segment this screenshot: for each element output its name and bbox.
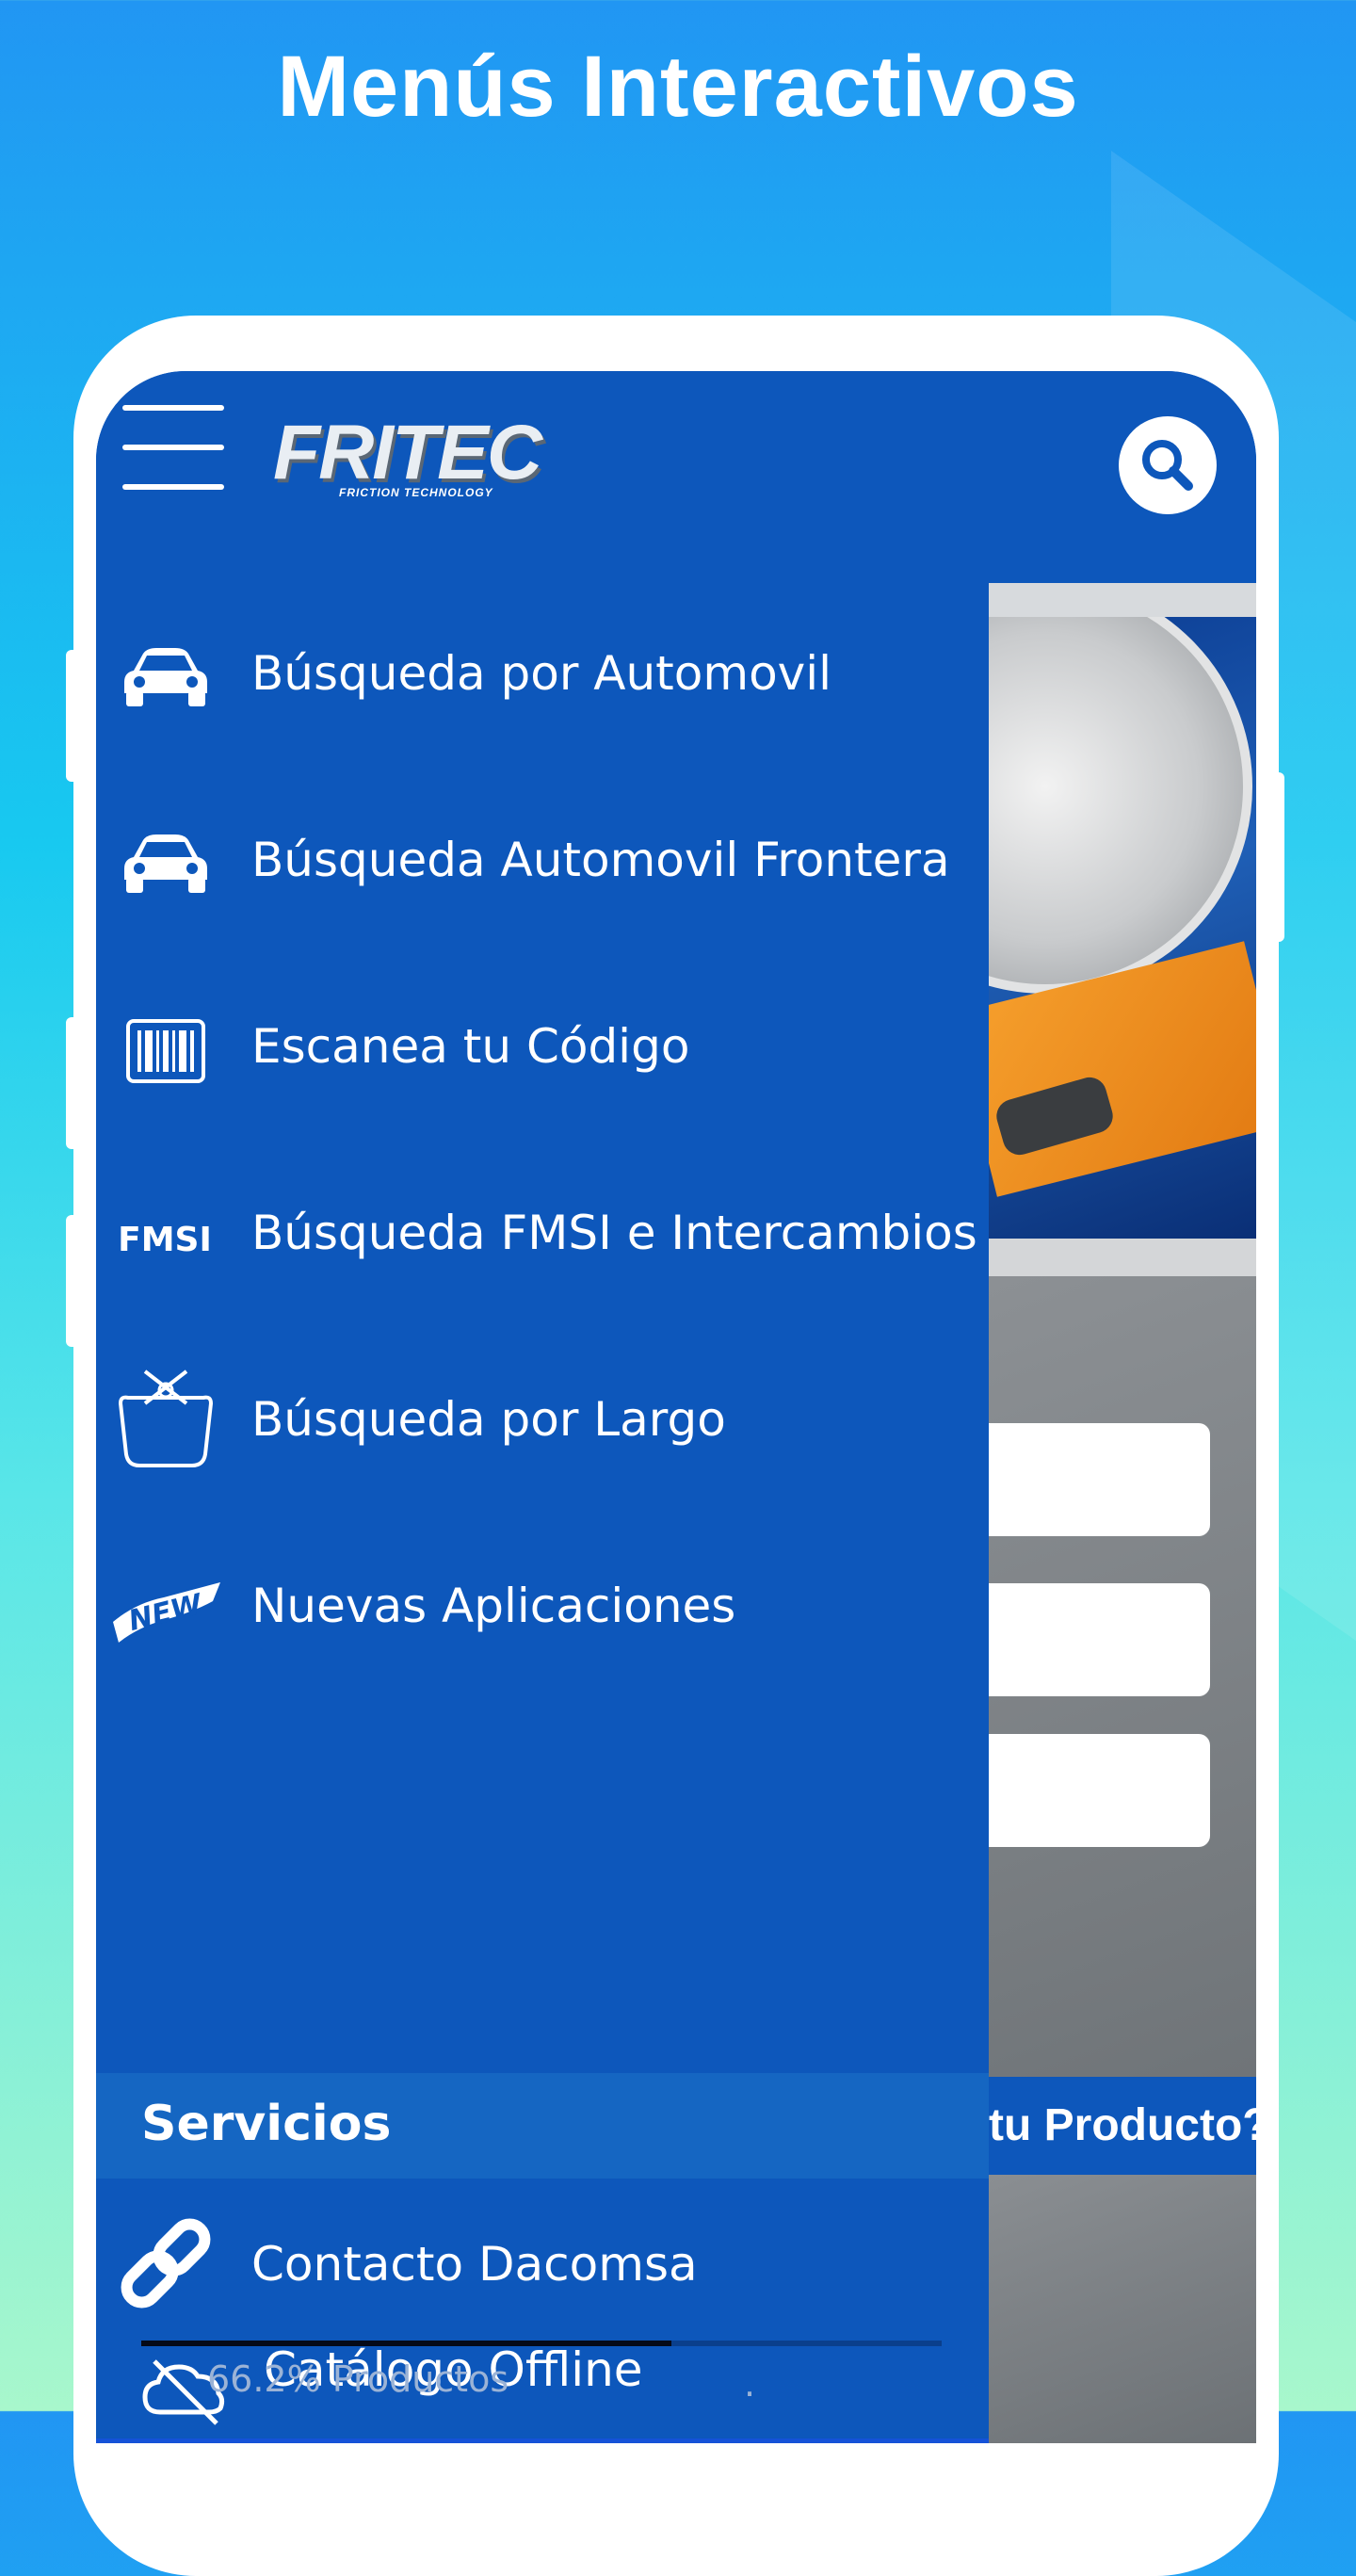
menu-item-label: Búsqueda Automovil Frontera xyxy=(251,833,950,887)
barcode-icon xyxy=(126,1019,205,1083)
menu-item-busqueda-largo[interactable]: Búsqueda por Largo xyxy=(96,1334,989,1520)
logo-subtitle: FRICTION TECHNOLOGY xyxy=(339,486,493,499)
progress-fill xyxy=(141,2341,671,2346)
phone-side-button xyxy=(66,1215,79,1347)
progress-status-dot: . xyxy=(744,2363,756,2405)
phone-side-button xyxy=(66,1017,79,1149)
link-icon xyxy=(121,2218,211,2309)
navigation-drawer: Búsqueda por Automovil Búsqueda Automovi… xyxy=(96,583,989,2443)
svg-text:FMSI: FMSI xyxy=(118,1221,212,1259)
menu-item-label: Búsqueda por Automovil xyxy=(251,646,832,701)
phone-side-button xyxy=(1271,772,1284,942)
find-product-banner[interactable]: tu Producto? xyxy=(989,2077,1256,2175)
offline-catalog-progress-bar xyxy=(141,2341,942,2346)
car-icon xyxy=(124,648,207,706)
fmsi-icon: FMSI xyxy=(118,1221,212,1259)
menu-item-label: Escanea tu Código xyxy=(251,1019,690,1074)
menu-item-busqueda-automovil[interactable]: Búsqueda por Automovil xyxy=(96,588,989,774)
section-title: Servicios xyxy=(141,2096,392,2152)
car-icon xyxy=(124,834,207,893)
menu-item-label: Búsqueda FMSI e Intercambios xyxy=(251,1206,977,1260)
search-form-field[interactable] xyxy=(989,1583,1210,1696)
menu-item-label: Búsqueda por Largo xyxy=(251,1392,726,1447)
content-divider xyxy=(989,583,1256,617)
progress-label: 66.2% Productos xyxy=(207,2358,509,2400)
app-top-bar: FRITEC FRICTION TECHNOLOGY xyxy=(96,371,1256,583)
svg-text:NEW: NEW xyxy=(125,1588,207,1638)
new-badge-icon: NEW xyxy=(113,1582,220,1643)
promo-banner-image xyxy=(989,617,1256,1239)
phone-side-button xyxy=(66,650,79,782)
menu-item-escanea-codigo[interactable]: Escanea tu Código xyxy=(96,961,989,1147)
bottom-image xyxy=(989,2175,1256,2443)
search-form-field[interactable] xyxy=(989,1423,1210,1536)
menu-item-label: Nuevas Aplicaciones xyxy=(251,1579,736,1633)
search-icon xyxy=(1142,440,1193,491)
brake-disc-image xyxy=(989,617,1252,994)
menu-item-contacto-dacomsa[interactable]: Contacto Dacomsa xyxy=(96,2179,989,2348)
section-header-servicios: Servicios xyxy=(96,2073,989,2179)
page-headline: Menús Interactivos xyxy=(277,39,1079,135)
search-button[interactable] xyxy=(1119,416,1217,514)
search-form-field[interactable] xyxy=(989,1734,1210,1847)
menu-item-busqueda-frontera[interactable]: Búsqueda Automovil Frontera xyxy=(96,774,989,961)
logo-text: FRITEC xyxy=(273,410,542,495)
home-content-behind-drawer: tu Producto? xyxy=(989,583,1256,2443)
menu-item-fmsi[interactable]: FMSI Búsqueda FMSI e Intercambios xyxy=(96,1147,989,1334)
search-form-background xyxy=(989,1276,1256,2077)
fritec-logo: FRITEC FRICTION TECHNOLOGY xyxy=(273,409,556,503)
brake-pad-measure-icon xyxy=(118,1369,214,1467)
hamburger-menu-icon[interactable] xyxy=(122,405,224,492)
phone-screen: FRITEC FRICTION TECHNOLOGY tu Producto? xyxy=(96,371,1256,2443)
drawer-footer xyxy=(96,2438,989,2443)
content-divider xyxy=(989,1239,1256,1276)
menu-item-nuevas-aplicaciones[interactable]: NEW Nuevas Aplicaciones xyxy=(96,1520,989,1707)
menu-item-label: Contacto Dacomsa xyxy=(251,2237,698,2292)
